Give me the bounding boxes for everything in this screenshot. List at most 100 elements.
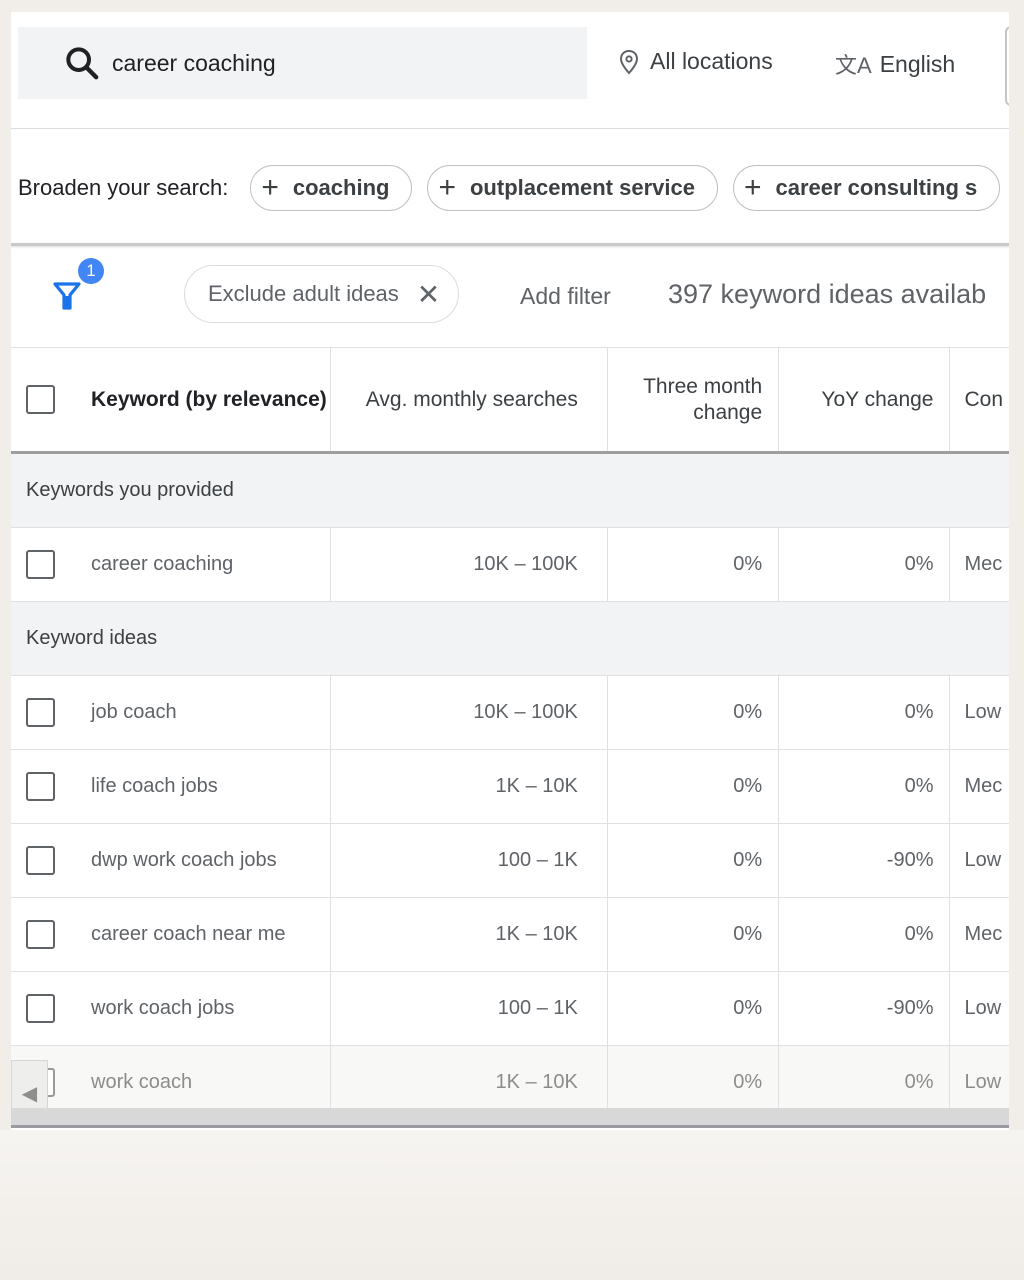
divider: [11, 128, 1009, 129]
row-checkbox[interactable]: [26, 698, 55, 727]
language-label: English: [879, 50, 956, 77]
cell-keyword: job coach: [11, 676, 331, 749]
keyword-ideas-count: 397 keyword ideas availab: [668, 279, 987, 309]
cell-competition-text: Low: [964, 701, 1002, 723]
cell-three-month-change: 0%: [608, 750, 780, 823]
cell-keyword: career coach near me: [11, 898, 331, 971]
cell-keyword-text: career coaching: [91, 553, 234, 575]
location-pin-icon: [619, 49, 639, 74]
cell-avg-monthly-searches: 10K – 100K: [331, 676, 608, 749]
column-label: Keyword (by relevance): [91, 387, 327, 411]
cell-competition: Low: [950, 824, 1010, 897]
cell-competition-text: Mec: [964, 923, 1003, 945]
cell-yoy-change-text: 0%: [904, 553, 934, 575]
keyword-planner-panel: career coaching All locations 文A English…: [11, 12, 1009, 1130]
cell-three-month-change-text: 0%: [733, 701, 763, 723]
broaden-chip-coaching[interactable]: + coaching: [250, 165, 413, 211]
cell-keyword-text: work coach jobs: [91, 997, 235, 1019]
add-filter-button[interactable]: Add filter: [520, 283, 611, 310]
cell-keyword-text: job coach: [91, 701, 177, 723]
plus-icon: +: [438, 171, 456, 204]
column-label: Con: [964, 387, 1004, 411]
group-title: Keyword ideas: [26, 627, 158, 649]
column-label-line: change: [693, 400, 763, 424]
language-selector[interactable]: 文A English: [835, 48, 955, 80]
filter-button[interactable]: 1: [51, 258, 111, 314]
row-checkbox[interactable]: [26, 550, 55, 579]
cell-keyword: career coaching: [11, 528, 331, 601]
cell-keyword: life coach jobs: [11, 750, 331, 823]
cell-keyword-text: life coach jobs: [91, 775, 218, 797]
keyword-search-input[interactable]: career coaching: [18, 27, 587, 99]
cell-competition-text: Low: [964, 997, 1002, 1019]
keyword-table: Keyword (by relevance) Avg. monthly sear…: [11, 347, 1009, 1120]
cell-yoy-change-text: -90%: [886, 997, 934, 1019]
broaden-chip-career-consulting[interactable]: + career consulting s: [732, 165, 1001, 211]
plus-icon: +: [743, 171, 762, 204]
close-icon[interactable]: ✕: [417, 278, 440, 311]
column-header-yoy-change[interactable]: YoY change: [779, 348, 950, 451]
column-header-competition[interactable]: Con: [950, 348, 1010, 451]
horizontal-scrollbar[interactable]: [11, 1108, 1009, 1128]
column-header-keyword[interactable]: Keyword (by relevance): [11, 348, 331, 451]
search-icon: [66, 47, 99, 80]
table-row[interactable]: work coach jobs 100 – 1K 0% -90% Low: [11, 972, 1009, 1046]
cell-three-month-change: 0%: [608, 824, 780, 897]
table-row[interactable]: dwp work coach jobs 100 – 1K 0% -90% Low: [11, 824, 1009, 898]
cell-keyword-text: dwp work coach jobs: [91, 849, 277, 871]
row-checkbox[interactable]: [26, 920, 55, 949]
cell-three-month-change: 0%: [608, 676, 780, 749]
table-row[interactable]: job coach 10K – 100K 0% 0% Low: [11, 676, 1009, 750]
column-header-avg-monthly-searches[interactable]: Avg. monthly searches: [331, 348, 608, 451]
cell-three-month-change-text: 0%: [733, 923, 763, 945]
divider: [11, 243, 1009, 246]
cell-yoy-change: 0%: [779, 676, 950, 749]
exclude-adult-ideas-chip[interactable]: Exclude adult ideas ✕: [184, 265, 460, 323]
cell-three-month-change: 0%: [608, 972, 780, 1045]
broaden-search-bar: Broaden your search: + coaching + outpla…: [18, 164, 1009, 212]
column-header-three-month-change[interactable]: Three month change: [608, 348, 780, 451]
page-background: [0, 1130, 1024, 1280]
row-checkbox[interactable]: [26, 772, 55, 801]
cell-three-month-change: 0%: [608, 528, 780, 601]
cell-competition: Mec: [950, 750, 1010, 823]
cell-competition-text: Low: [964, 849, 1002, 871]
search-query-text[interactable]: career coaching: [112, 50, 276, 77]
table-row[interactable]: life coach jobs 1K – 10K 0% 0% Mec: [11, 750, 1009, 824]
cell-avg-monthly-searches: 1K – 10K: [331, 898, 608, 971]
row-checkbox[interactable]: [26, 994, 55, 1023]
cell-keyword-text: work coach: [91, 1071, 193, 1093]
cell-avg-monthly-searches-text: 100 – 1K: [497, 997, 578, 1019]
cell-yoy-change-text: 0%: [904, 775, 934, 797]
chip-label: outplacement service: [469, 175, 695, 200]
select-all-checkbox[interactable]: [26, 385, 55, 414]
cell-avg-monthly-searches-text: 1K – 10K: [495, 923, 578, 945]
cell-three-month-change-text: 0%: [733, 775, 763, 797]
cell-yoy-change-text: -90%: [886, 849, 934, 871]
cell-yoy-change: 0%: [779, 750, 950, 823]
cell-avg-monthly-searches: 100 – 1K: [331, 824, 608, 897]
broaden-label: Broaden your search:: [18, 175, 229, 200]
cell-keyword: dwp work coach jobs: [11, 824, 331, 897]
table-row[interactable]: career coach near me 1K – 10K 0% 0% Mec: [11, 898, 1009, 972]
cell-three-month-change: 0%: [608, 898, 780, 971]
cell-competition-text: Mec: [964, 553, 1003, 575]
cell-avg-monthly-searches-text: 10K – 100K: [473, 553, 578, 575]
row-checkbox[interactable]: [26, 846, 55, 875]
cell-competition: Low: [950, 972, 1010, 1045]
cell-yoy-change: -90%: [779, 824, 950, 897]
page-edge: [1009, 0, 1024, 1280]
cell-yoy-change-text: 0%: [904, 1071, 934, 1093]
cell-keyword: work coach jobs: [11, 972, 331, 1045]
chip-label: coaching: [292, 175, 390, 200]
table-row[interactable]: career coaching 10K – 100K 0% 0% Mec: [11, 528, 1009, 602]
column-label: YoY change: [821, 387, 934, 411]
chip-label: career consulting s: [775, 175, 978, 200]
group-header-row: Keywords you provided: [11, 454, 1009, 528]
broaden-chip-outplacement-service[interactable]: + outplacement service: [427, 165, 718, 211]
cell-avg-monthly-searches-text: 10K – 100K: [473, 701, 578, 723]
cell-yoy-change: 0%: [779, 898, 950, 971]
location-selector[interactable]: All locations: [618, 48, 773, 75]
cell-avg-monthly-searches: 100 – 1K: [331, 972, 608, 1045]
table-body: Keywords you provided career coaching 10K …: [11, 454, 1009, 1120]
